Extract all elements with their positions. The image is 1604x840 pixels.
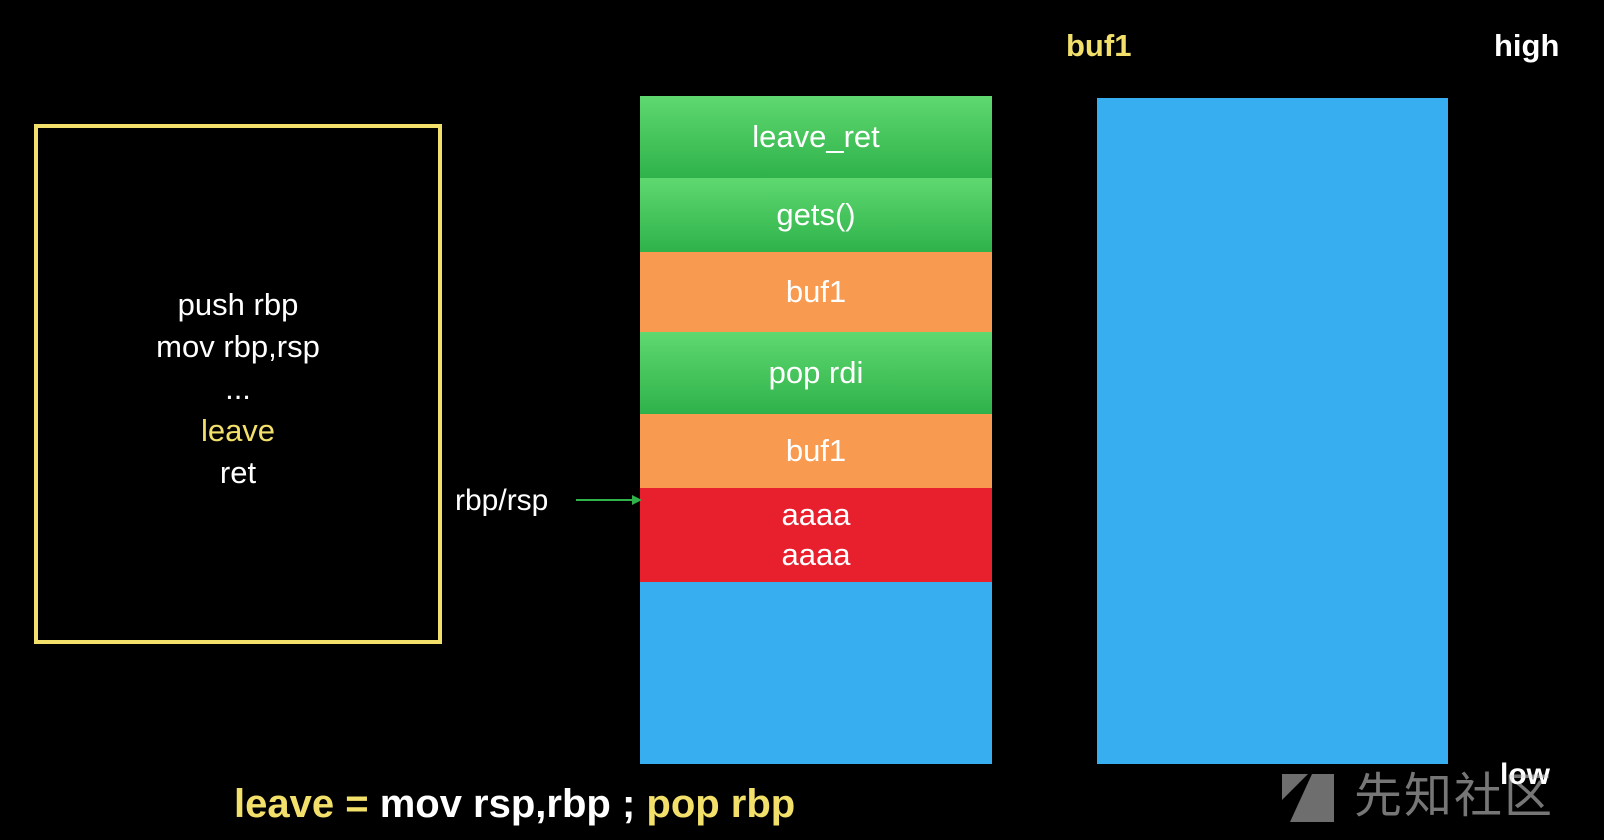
stack-slot-label: aaaa: [781, 537, 851, 572]
site-watermark: 先知社区: [1278, 766, 1578, 830]
rbp-rsp-arrow-icon: [576, 495, 642, 505]
stack-slot-label: leave_ret: [752, 119, 880, 154]
stack-column: leave_ret gets() buf1 pop rdi buf1 aaaa aaaa: [640, 96, 992, 764]
stack-slot: pop rdi: [640, 332, 992, 414]
stack-slot-label: buf1: [785, 433, 847, 468]
rbp-rsp-pointer-label: rbp/rsp: [455, 484, 549, 517]
stack-slot-label: pop rdi: [768, 355, 864, 390]
stack-slot-label: gets(): [776, 197, 856, 232]
stack-slot: buf1: [640, 414, 992, 488]
stack-slot-label: aaaa: [781, 497, 851, 532]
code-line: ...: [225, 371, 251, 406]
leave-formula: leave = mov rsp,rbp ; pop rbp: [234, 784, 795, 824]
buf1-top-label: buf1: [1066, 28, 1132, 63]
stack-slot: buf1: [640, 252, 992, 332]
site-logo-icon: [1282, 774, 1334, 822]
watermark-text: 先知社区: [1354, 768, 1555, 824]
high-address-label: high: [1494, 28, 1560, 63]
stack-slot-label: buf1: [785, 274, 847, 309]
formula-part: leave =: [234, 782, 380, 826]
formula-part: mov rsp,rbp ;: [379, 782, 647, 826]
formula-part: pop rbp: [646, 782, 796, 826]
code-line: push rbp: [177, 287, 299, 322]
buf1-memory-block: [1097, 98, 1448, 764]
stack-slot: [640, 582, 992, 764]
code-line: mov rbp,rsp: [156, 329, 320, 364]
stack-slot: gets(): [640, 178, 992, 252]
code-line: leave: [200, 413, 276, 448]
stack-slot: aaaa aaaa: [640, 488, 992, 582]
code-line: ret: [219, 455, 257, 490]
function-code-lines: push rbp mov rbp,rsp... leave ret: [34, 284, 442, 494]
stack-slot: leave_ret: [640, 96, 992, 178]
